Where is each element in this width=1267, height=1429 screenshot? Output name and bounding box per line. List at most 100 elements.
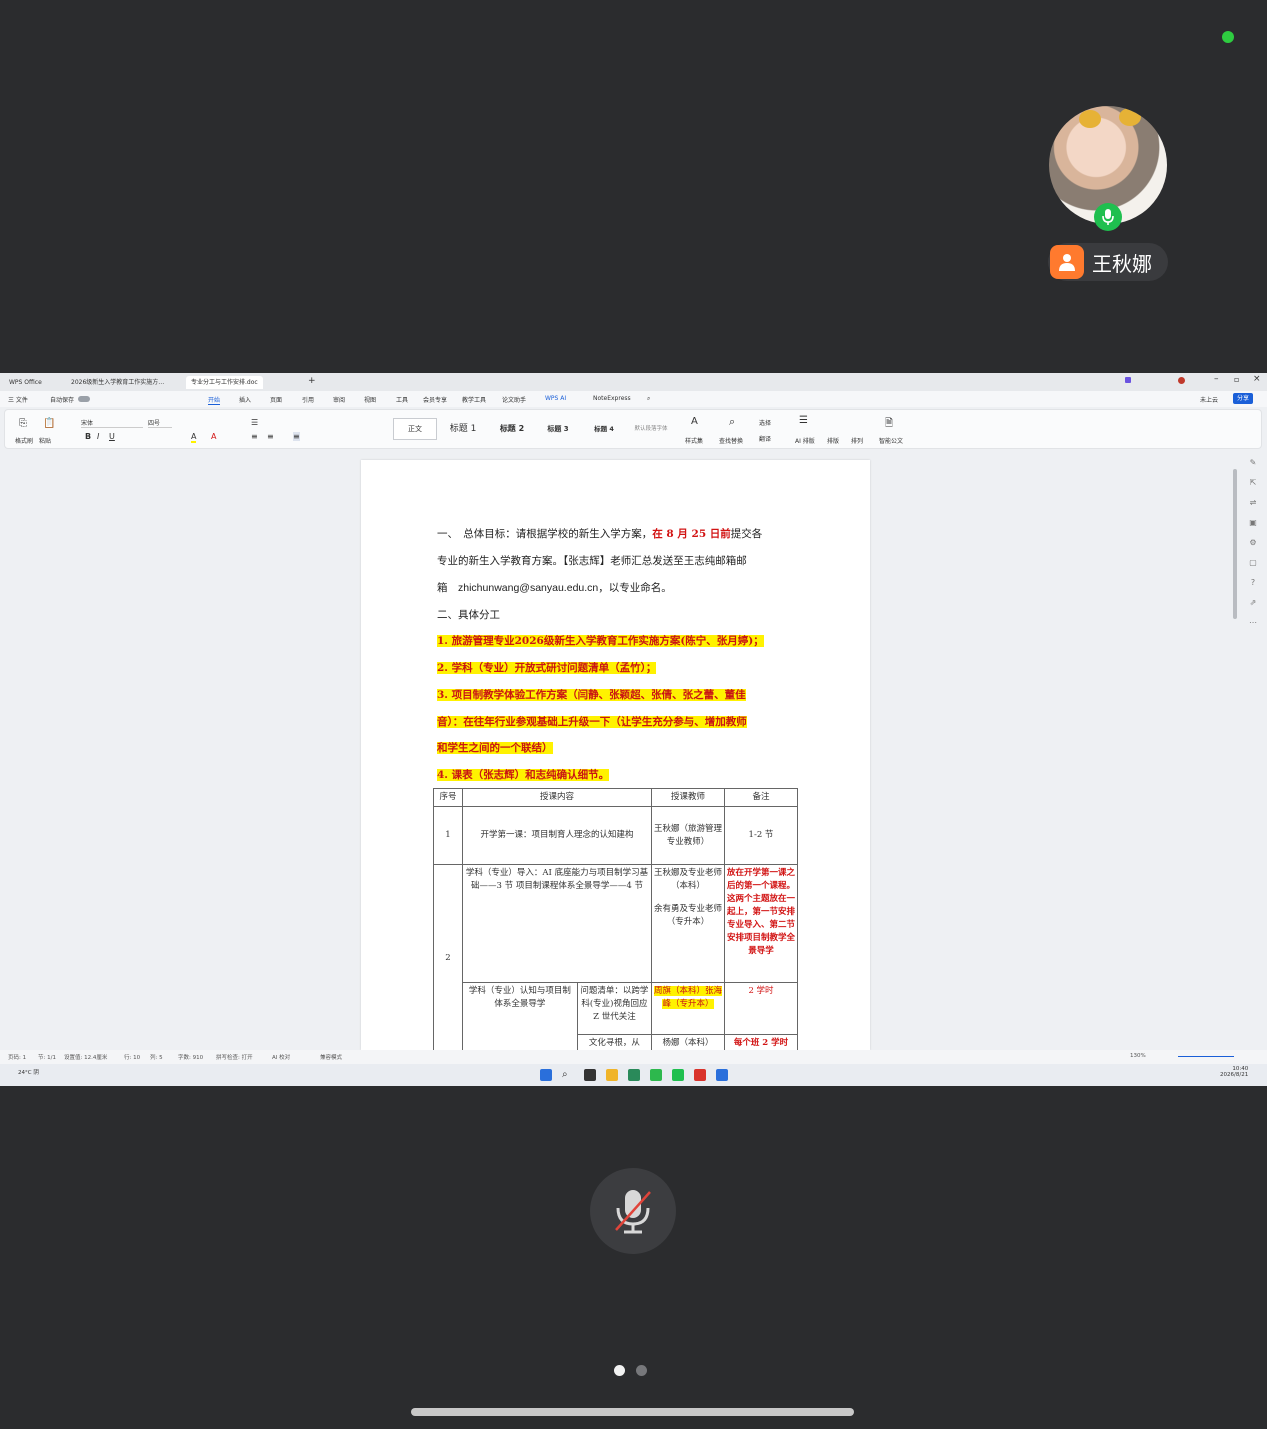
menu-member[interactable]: 会员专享 bbox=[423, 395, 447, 404]
search-icon[interactable]: ⌕ bbox=[562, 1069, 574, 1081]
table-row: 学科（专业）认知与项目制体系全景导学 问题清单：以跨学科(专业)视角回应 Z 世… bbox=[434, 982, 798, 1050]
page-dot-active[interactable] bbox=[614, 1365, 625, 1376]
underline-icon[interactable]: U bbox=[109, 432, 115, 441]
tab-wps-office[interactable]: WPS Office bbox=[4, 376, 47, 389]
ai-icon[interactable] bbox=[1125, 377, 1131, 383]
cloud-status[interactable]: 未上云 bbox=[1200, 395, 1218, 404]
menu-autosave[interactable]: 自动保存 bbox=[50, 395, 74, 404]
tab-assignment-doc[interactable]: 专业分工与工作安排.doc bbox=[186, 376, 263, 389]
meeting-app-icon[interactable] bbox=[716, 1069, 728, 1081]
paste-button[interactable]: 粘贴 bbox=[39, 436, 51, 445]
style-set-button[interactable]: 样式集 bbox=[685, 436, 703, 445]
status-ai-proofread[interactable]: AI 校对 bbox=[272, 1053, 290, 1061]
menu-review[interactable]: 审阅 bbox=[333, 395, 345, 404]
autosave-toggle[interactable] bbox=[78, 396, 90, 402]
font-size-select[interactable]: 四号 bbox=[148, 418, 172, 428]
style-set-icon[interactable]: A bbox=[691, 416, 698, 427]
wps-ribbon: 格式刷 粘贴 ⎘ 📋 宋体 四号 B I U A A ☰ ≡ ≡ ≡ 正文 标题… bbox=[4, 409, 1262, 449]
format-painter-button[interactable]: 格式刷 bbox=[15, 436, 33, 445]
menu-tools[interactable]: 工具 bbox=[396, 395, 408, 404]
italic-icon[interactable]: I bbox=[97, 432, 99, 441]
menu-file[interactable]: 三 文件 bbox=[8, 395, 28, 404]
table-cell: 学科（专业）认知与项目制体系全景导学 bbox=[462, 982, 578, 1050]
panel-icon[interactable]: ▣ bbox=[1244, 513, 1262, 533]
vertical-scrollbar[interactable] bbox=[1233, 469, 1237, 619]
align-left-icon[interactable]: ≡ bbox=[251, 432, 258, 441]
document-icon[interactable]: 🗎 bbox=[885, 416, 893, 433]
smart-doc-button[interactable]: 智能公文 bbox=[879, 436, 903, 445]
close-icon[interactable]: × bbox=[1253, 374, 1261, 384]
minimize-icon[interactable]: – bbox=[1214, 374, 1219, 384]
home-indicator[interactable] bbox=[411, 1408, 854, 1416]
mic-active-icon bbox=[1094, 203, 1122, 231]
file-explorer-icon[interactable] bbox=[606, 1069, 618, 1081]
new-tab-icon[interactable]: + bbox=[308, 376, 316, 386]
more-icon[interactable]: ⋯ bbox=[1244, 613, 1262, 633]
menu-home[interactable]: 开始 bbox=[208, 395, 221, 405]
network-app-icon[interactable] bbox=[628, 1069, 640, 1081]
app-icon[interactable] bbox=[672, 1069, 684, 1081]
table-cell: 周旗（本科）张海峰（专升本） bbox=[651, 982, 725, 1035]
help-icon[interactable]: ? bbox=[1244, 573, 1262, 593]
email-link[interactable]: zhichunwang@sanyau.edu.cn bbox=[458, 582, 598, 594]
task-view-icon[interactable] bbox=[584, 1069, 596, 1081]
style-default-font[interactable]: 默认段落字体 bbox=[625, 418, 677, 440]
menu-wps-ai[interactable]: WPS AI bbox=[545, 395, 566, 402]
font-color-icon[interactable]: A bbox=[211, 432, 216, 441]
ai-layout-icon[interactable]: ☰ bbox=[799, 415, 808, 426]
translate-button[interactable]: 翻译 bbox=[759, 434, 771, 443]
style-heading-1[interactable]: 标题 1 bbox=[439, 418, 487, 440]
weather-widget[interactable]: 24°C 阴 bbox=[18, 1068, 39, 1076]
zoom-level[interactable]: 130% bbox=[1130, 1053, 1146, 1059]
style-normal[interactable]: 正文 bbox=[393, 418, 437, 440]
font-name-select[interactable]: 宋体 bbox=[81, 418, 143, 428]
status-spellcheck[interactable]: 拼写检查: 打开 bbox=[216, 1053, 253, 1061]
list-icon[interactable]: ☰ bbox=[251, 418, 258, 427]
select-button[interactable]: 选择 bbox=[759, 418, 771, 427]
restore-icon[interactable]: ▫ bbox=[1234, 375, 1239, 384]
ai-layout-button[interactable]: AI 排版 bbox=[795, 436, 815, 445]
wechat-icon[interactable] bbox=[650, 1069, 662, 1081]
document-page: 一、 总体目标：请根据学校的新生入学方案，在 8 月 25 日前提交各 专业的新… bbox=[361, 460, 870, 1050]
style-heading-3[interactable]: 标题 3 bbox=[535, 418, 581, 440]
search-icon[interactable]: ⌕ bbox=[647, 395, 650, 403]
menu-reference[interactable]: 引用 bbox=[302, 395, 314, 404]
windows-start-icon[interactable] bbox=[540, 1069, 552, 1081]
style-heading-2[interactable]: 标题 2 bbox=[489, 418, 535, 440]
bold-icon[interactable]: B bbox=[85, 432, 91, 441]
pen-icon[interactable]: ✎ bbox=[1244, 453, 1262, 473]
mute-microphone-button[interactable] bbox=[590, 1168, 676, 1254]
filter-icon[interactable]: ⇌ bbox=[1244, 493, 1262, 513]
arrange-button[interactable]: 排列 bbox=[851, 436, 863, 445]
wps-tab-bar: WPS Office 2026级新生入学教育工作实施方… 专业分工与工作安排.d… bbox=[0, 373, 1267, 391]
menu-teaching[interactable]: 教学工具 bbox=[462, 395, 486, 404]
status-setting: 设置值: 12.4厘米 bbox=[64, 1055, 108, 1061]
share-button[interactable]: 分享 bbox=[1233, 393, 1254, 404]
share-icon[interactable]: ⇗ bbox=[1244, 593, 1262, 613]
settings-icon[interactable]: ⚙ bbox=[1244, 533, 1262, 553]
style-heading-4[interactable]: 标题 4 bbox=[583, 418, 625, 440]
table-header: 备注 bbox=[724, 788, 798, 807]
justify-icon[interactable]: ≡ bbox=[293, 432, 300, 441]
status-word-count[interactable]: 字数: 910 bbox=[178, 1053, 203, 1061]
menu-noteexpress[interactable]: NoteExpress bbox=[593, 395, 631, 402]
menu-paper[interactable]: 论文助手 bbox=[502, 395, 526, 404]
page-dot[interactable] bbox=[636, 1365, 647, 1376]
tab-plan-doc[interactable]: 2026级新生入学教育工作实施方… bbox=[66, 376, 169, 389]
align-center-icon[interactable]: ≡ bbox=[267, 432, 274, 441]
menu-view[interactable]: 视图 bbox=[364, 395, 376, 404]
highlight-icon[interactable]: A bbox=[191, 432, 197, 443]
find-replace-button[interactable]: 查找替换 bbox=[719, 436, 743, 445]
online-status-dot bbox=[1222, 31, 1234, 43]
find-icon[interactable]: ⌕ bbox=[729, 415, 735, 429]
zoom-slider[interactable] bbox=[1178, 1056, 1234, 1057]
person-icon bbox=[1050, 245, 1084, 279]
menu-insert[interactable]: 插入 bbox=[239, 395, 251, 404]
bookmark-icon[interactable]: ▢ bbox=[1244, 553, 1262, 573]
menu-page[interactable]: 页面 bbox=[270, 395, 282, 404]
layout-button[interactable]: 排版 bbox=[827, 436, 839, 445]
status-page: 页码: 1 bbox=[8, 1055, 27, 1061]
pointer-icon[interactable]: ⇱ bbox=[1244, 473, 1262, 493]
user-avatar-icon[interactable] bbox=[1178, 377, 1185, 384]
wps-taskbar-icon[interactable] bbox=[694, 1069, 706, 1081]
